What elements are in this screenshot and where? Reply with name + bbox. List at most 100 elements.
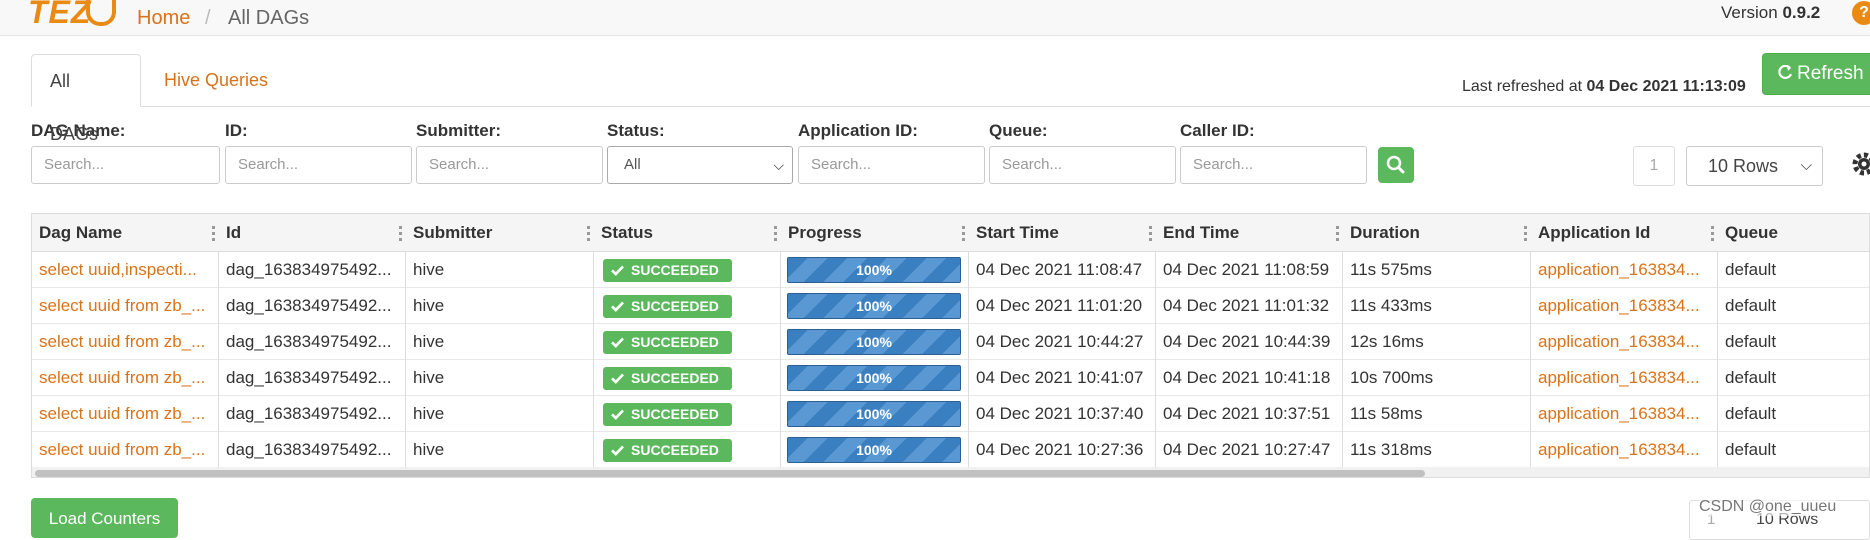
column-divider	[1342, 252, 1343, 477]
queue-cell: default	[1725, 296, 1777, 315]
application-id-link[interactable]: application_163834...	[1531, 288, 1717, 323]
version-value: 0.9.2	[1782, 3, 1821, 22]
start-time-cell: 04 Dec 2021 11:08:47	[976, 260, 1143, 279]
progress-cell: 100%	[781, 288, 967, 323]
progress-cell: 100%	[781, 252, 967, 287]
column-resize-handle[interactable]	[962, 226, 965, 241]
top-navbar: TEZ Home / All DAGs Version 0.9.2 ?	[0, 0, 1870, 36]
column-header-application-id[interactable]: Application Id	[1531, 214, 1650, 252]
horizontal-scrollbar-thumb[interactable]	[35, 470, 1425, 477]
start-time-cell: 04 Dec 2021 10:44:27	[976, 332, 1144, 351]
status-text: SUCCEEDED	[631, 298, 719, 314]
column-resize-handle[interactable]	[774, 226, 777, 241]
queue-cell: default	[1725, 440, 1777, 459]
application-id-link[interactable]: application_163834...	[1531, 324, 1717, 359]
status-text: SUCCEEDED	[631, 334, 719, 350]
application-id-link[interactable]: application_163834...	[1531, 252, 1717, 287]
submitter-cell: hive	[413, 296, 445, 315]
tab-all-dags[interactable]: All DAGs	[31, 54, 141, 144]
breadcrumb-home[interactable]: Home	[137, 7, 190, 30]
column-divider	[405, 252, 406, 477]
queue-cell: default	[1725, 332, 1777, 351]
chevron-down-icon: ⌵	[1800, 157, 1812, 174]
duration-cell: 11s 433ms	[1350, 296, 1432, 315]
status-cell: SUCCEEDED	[594, 252, 780, 287]
filter-label-queue: Queue:	[989, 121, 1048, 140]
column-header-submitter[interactable]: Submitter	[406, 214, 492, 252]
tez-logo[interactable]: TEZ	[28, 0, 91, 31]
progress-cell: 100%	[781, 360, 967, 395]
watermark: CSDN @one_uueu	[1699, 498, 1837, 516]
column-resize-handle[interactable]	[1524, 226, 1527, 241]
application-id-link[interactable]: application_163834...	[1531, 396, 1717, 431]
column-resize-handle[interactable]	[1711, 226, 1714, 241]
start-time-cell: 04 Dec 2021 10:27:36	[976, 440, 1144, 459]
gear-icon[interactable]	[1849, 149, 1870, 179]
last-refreshed: Last refreshed at 04 Dec 2021 11:13:09	[1462, 78, 1746, 96]
progress-bar: 100%	[787, 401, 961, 427]
status-cell: SUCCEEDED	[594, 396, 780, 431]
column-header-start-time[interactable]: Start Time	[969, 214, 1059, 252]
end-time-cell: 04 Dec 2021 10:41:18	[1163, 368, 1331, 387]
status-text: SUCCEEDED	[631, 262, 719, 278]
column-header-status[interactable]: Status	[594, 214, 653, 252]
table-row: select uuid from zb_... dag_163834975492.…	[32, 288, 1869, 324]
load-counters-button[interactable]: Load Counters	[31, 498, 178, 538]
status-badge: SUCCEEDED	[603, 403, 732, 426]
status-cell: SUCCEEDED	[594, 360, 780, 395]
table-row: select uuid from zb_... dag_163834975492.…	[32, 360, 1869, 396]
dag-name-link[interactable]: select uuid from zb_...	[32, 324, 218, 359]
dag-name-link[interactable]: select uuid from zb_...	[32, 432, 218, 467]
start-time-cell: 04 Dec 2021 10:41:07	[976, 368, 1144, 387]
refresh-button[interactable]: Refresh	[1762, 53, 1870, 95]
progress-cell: 100%	[781, 396, 967, 431]
filter-label-caller-id: Caller ID:	[1180, 121, 1255, 140]
filter-label-application-id: Application ID:	[798, 121, 918, 140]
caller-id-search-input[interactable]: Search...	[1180, 146, 1367, 184]
dag-name-link[interactable]: select uuid from zb_...	[32, 288, 218, 323]
submitter-cell: hive	[413, 368, 445, 387]
dag-id-cell: dag_163834975492...	[226, 332, 392, 351]
application-id-link[interactable]: application_163834...	[1531, 432, 1717, 467]
status-select-value: All	[624, 156, 641, 173]
table-row: select uuid from zb_... dag_163834975492.…	[32, 324, 1869, 360]
column-header-duration[interactable]: Duration	[1343, 214, 1420, 252]
table-row: select uuid from zb_... dag_163834975492.…	[32, 432, 1869, 468]
status-select[interactable]: All ⌵	[607, 146, 793, 184]
application-id-link[interactable]: application_163834...	[1531, 360, 1717, 395]
queue-cell: default	[1725, 404, 1777, 423]
column-resize-handle[interactable]	[399, 226, 402, 241]
column-resize-handle[interactable]	[587, 226, 590, 241]
status-badge: SUCCEEDED	[603, 295, 732, 318]
column-divider	[218, 252, 219, 477]
dag-name-link[interactable]: select uuid,inspecti...	[32, 252, 218, 287]
status-cell: SUCCEEDED	[594, 324, 780, 359]
dag-name-link[interactable]: select uuid from zb_...	[32, 396, 218, 431]
column-header-queue[interactable]: Queue	[1718, 214, 1778, 252]
column-header-id[interactable]: Id	[219, 214, 241, 252]
queue-cell: default	[1725, 368, 1777, 387]
queue-search-input[interactable]: Search...	[989, 146, 1176, 184]
column-resize-handle[interactable]	[1149, 226, 1152, 241]
filter-label-status: Status:	[607, 121, 665, 140]
tab-hive-queries[interactable]: Hive Queries	[146, 54, 286, 107]
page-number[interactable]: 1	[1633, 146, 1675, 186]
column-header-end-time[interactable]: End Time	[1156, 214, 1239, 252]
submitter-search-input[interactable]: Search...	[416, 146, 603, 184]
application-id-search-input[interactable]: Search...	[798, 146, 985, 184]
end-time-cell: 04 Dec 2021 11:08:59	[1163, 260, 1330, 279]
column-header-progress[interactable]: Progress	[781, 214, 862, 252]
version-info: Version 0.9.2	[1721, 3, 1820, 23]
column-resize-handle[interactable]	[212, 226, 215, 241]
dag-name-link[interactable]: select uuid from zb_...	[32, 360, 218, 395]
status-cell: SUCCEEDED	[594, 288, 780, 323]
table-row: select uuid,inspecti... dag_163834975492.…	[32, 252, 1869, 288]
search-button[interactable]	[1378, 147, 1414, 183]
id-search-input[interactable]: Search...	[225, 146, 412, 184]
status-text: SUCCEEDED	[631, 406, 719, 422]
column-header-dag-name[interactable]: Dag Name	[32, 214, 122, 252]
column-resize-handle[interactable]	[1336, 226, 1339, 241]
rows-per-page-select[interactable]: 10 Rows ⌵	[1686, 146, 1823, 186]
help-icon[interactable]: ?	[1852, 1, 1870, 25]
check-icon	[611, 409, 624, 420]
